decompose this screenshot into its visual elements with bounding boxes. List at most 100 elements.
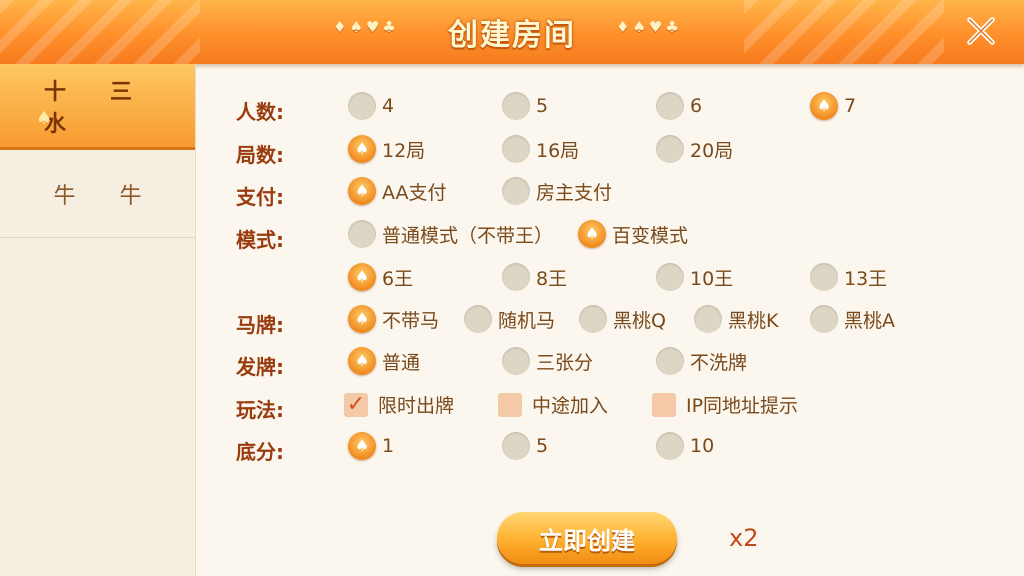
rounds-option-20[interactable]: 20局 [656,135,733,163]
payment-option-host[interactable]: 房主支付 [502,177,612,205]
option-label: 5 [536,435,549,457]
option-label: 6王 [382,267,414,290]
option-label: 不带马 [382,309,440,332]
option-label: 4 [382,95,395,117]
radio-icon [348,92,376,120]
rule-time-limit[interactable]: 限时出牌 [344,391,454,418]
radio-icon [656,263,684,291]
settings-panel: 人数: 4 5 6 7 局数: 12局 16局 20局 支付: AA支付 房主支… [196,64,1024,576]
payment-label: 支付: [236,185,284,209]
option-label: 三张分 [536,351,594,374]
radio-selected-icon [348,432,376,460]
deal-option-three[interactable]: 三张分 [502,347,593,375]
radio-selected-icon [348,347,376,375]
spade-icon: ♠ [36,108,53,129]
checkbox-checked-icon [344,392,368,417]
suits-decoration-right: ♦♠♥♣ [616,18,682,36]
radio-selected-icon [578,220,606,248]
rounds-option-12[interactable]: 12局 [348,135,425,163]
radio-icon [694,305,722,333]
option-label: 20局 [690,139,734,162]
mode-label: 模式: [236,228,284,252]
close-button[interactable] [960,10,1002,52]
option-label: 10王 [690,267,734,290]
radio-icon [656,432,684,460]
radio-selected-icon [348,305,376,333]
tab-shisanshui[interactable]: ♠ 十三水 [0,64,195,150]
deal-option-normal[interactable]: 普通 [348,347,420,375]
tab-niuniu[interactable]: 牛牛 [0,150,195,238]
base-score-option-5[interactable]: 5 [502,432,548,460]
option-label: 10 [690,435,715,457]
option-label: 6 [690,95,703,117]
radio-icon [464,305,492,333]
payment-option-aa[interactable]: AA支付 [348,177,447,205]
close-icon [967,17,995,45]
rule-join-midway[interactable]: 中途加入 [498,391,608,418]
room-card-cost: x2 [729,524,759,552]
players-option-4[interactable]: 4 [348,92,394,120]
radio-icon [810,305,838,333]
option-label: 黑桃K [728,309,779,332]
radio-icon [502,92,530,120]
rules-label: 玩法: [236,398,284,422]
option-label: 黑桃Q [613,309,666,332]
radio-icon [502,135,530,163]
option-label: AA支付 [382,181,447,204]
option-label: 5 [536,95,549,117]
horse-option-random[interactable]: 随机马 [464,305,555,333]
option-label: 随机马 [498,309,556,332]
title-bar: ♦♠♥♣ 创建房间 ♦♠♥♣ [0,0,1024,64]
radio-icon [656,135,684,163]
mode-option-wild[interactable]: 百变模式 [578,220,688,248]
players-option-6[interactable]: 6 [656,92,702,120]
tab-label: 牛牛 [53,183,186,209]
option-label: 7 [844,95,857,117]
horse-option-spade-k[interactable]: 黑桃K [694,305,778,333]
kings-option-10[interactable]: 10王 [656,263,733,291]
radio-selected-icon [348,263,376,291]
base-score-label: 底分: [236,440,284,464]
page-title: 创建房间 [448,18,576,53]
rule-ip-warning[interactable]: IP同地址提示 [652,391,798,418]
create-room-button[interactable]: 立即创建 [497,512,677,564]
option-label: 黑桃A [844,309,895,332]
option-label: 普通模式（不带王） [382,224,554,247]
option-label: 普通 [382,351,421,374]
option-label: 中途加入 [532,395,609,417]
radio-icon [502,347,530,375]
option-label: 1 [382,435,395,457]
mode-option-normal[interactable]: 普通模式（不带王） [348,220,553,248]
radio-icon [502,432,530,460]
kings-option-8[interactable]: 8王 [502,263,567,291]
horse-option-spade-a[interactable]: 黑桃A [810,305,895,333]
option-label: 8王 [536,267,568,290]
kings-option-13[interactable]: 13王 [810,263,887,291]
radio-icon [502,263,530,291]
radio-selected-icon [348,177,376,205]
base-score-option-10[interactable]: 10 [656,432,714,460]
horse-option-spade-q[interactable]: 黑桃Q [579,305,666,333]
checkbox-icon [498,392,522,417]
deal-option-noshuffle[interactable]: 不洗牌 [656,347,747,375]
base-score-option-1[interactable]: 1 [348,432,394,460]
option-label: 房主支付 [536,181,613,204]
option-label: IP同地址提示 [686,395,799,417]
radio-icon [502,177,530,205]
option-label: 百变模式 [612,224,689,247]
players-label: 人数: [236,100,284,124]
players-option-7[interactable]: 7 [810,92,856,120]
radio-selected-icon [348,135,376,163]
radio-icon [348,220,376,248]
option-label: 不洗牌 [690,351,748,374]
rounds-option-16[interactable]: 16局 [502,135,579,163]
radio-icon [810,263,838,291]
radio-icon [656,92,684,120]
rounds-label: 局数: [236,143,284,167]
kings-option-6[interactable]: 6王 [348,263,413,291]
horse-label: 马牌: [236,313,284,337]
players-option-5[interactable]: 5 [502,92,548,120]
horse-option-none[interactable]: 不带马 [348,305,439,333]
deal-label: 发牌: [236,355,284,379]
option-label: 限时出牌 [378,395,455,417]
